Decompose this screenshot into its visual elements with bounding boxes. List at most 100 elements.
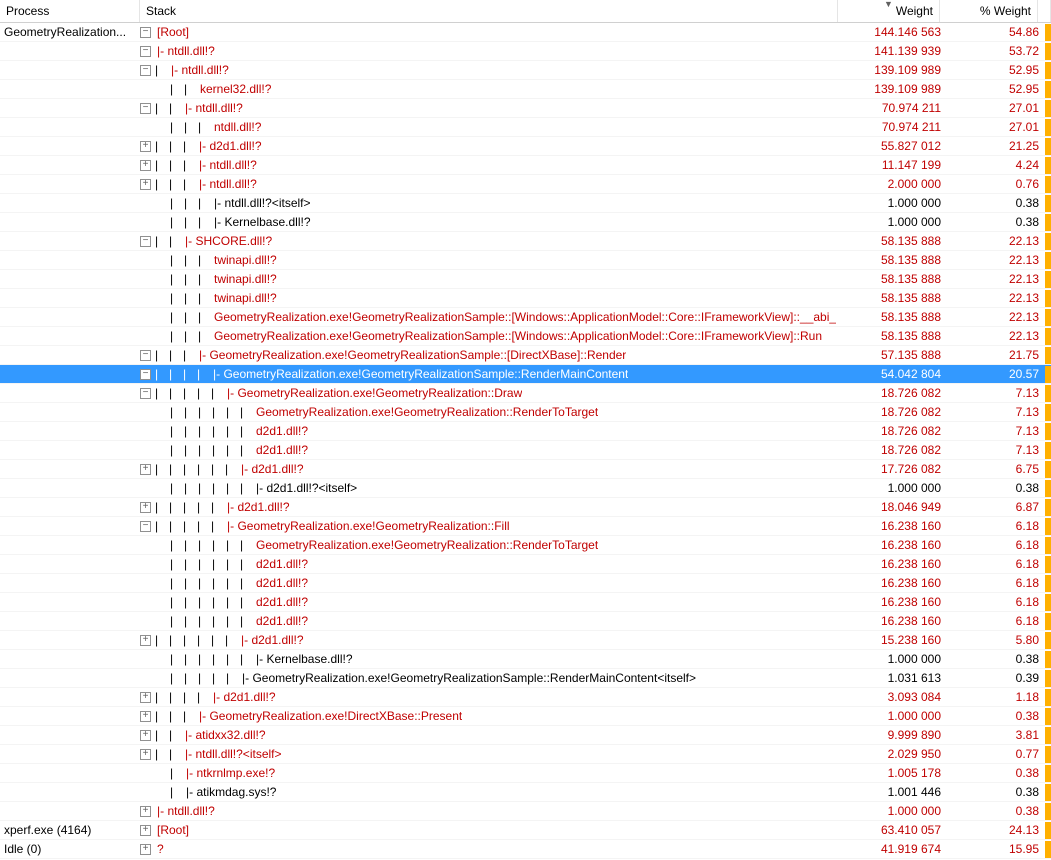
- expand-icon[interactable]: +: [140, 749, 151, 760]
- expand-icon[interactable]: +: [140, 806, 151, 817]
- table-row[interactable]: |||||||- Kernelbase.dll!?1.000 0000.38: [0, 650, 1051, 669]
- table-row[interactable]: +|||- atidxx32.dll!?9.999 8903.81: [0, 726, 1051, 745]
- weight-bar-icon: [1045, 670, 1051, 687]
- expand-icon[interactable]: +: [140, 179, 151, 190]
- table-row[interactable]: |||twinapi.dll!?58.135 88822.13: [0, 251, 1051, 270]
- table-row[interactable]: +|||- ntdll.dll!?<itself>2.029 9500.77: [0, 745, 1051, 764]
- bar-cell: [1045, 593, 1051, 611]
- table-row[interactable]: −|- ntdll.dll!?141.139 93953.72: [0, 42, 1051, 61]
- tree-pipe-icon: |: [183, 631, 197, 649]
- stack-cell: ||||||d2d1.dll!?: [140, 593, 845, 611]
- table-row[interactable]: +|||||- d2d1.dll!?3.093 0841.18: [0, 688, 1051, 707]
- pct-weight-cell: 0.38: [947, 707, 1045, 725]
- table-row[interactable]: +|||||||- d2d1.dll!?17.726 0826.75: [0, 460, 1051, 479]
- tree-pipe-icon: |: [198, 327, 212, 345]
- table-row[interactable]: |||||||- d2d1.dll!?<itself>1.000 0000.38: [0, 479, 1051, 498]
- table-row[interactable]: |||ntdll.dll!?70.974 21127.01: [0, 118, 1051, 137]
- stack-label: |- d2d1.dll!?: [239, 631, 304, 649]
- collapse-icon[interactable]: −: [140, 27, 151, 38]
- collapse-icon[interactable]: −: [140, 236, 151, 247]
- table-row[interactable]: ||||||d2d1.dll!?16.238 1606.18: [0, 593, 1051, 612]
- table-row[interactable]: ||||||d2d1.dll!?16.238 1606.18: [0, 612, 1051, 631]
- table-row[interactable]: ||||||d2d1.dll!?16.238 1606.18: [0, 555, 1051, 574]
- weight-cell: 1.000 000: [845, 650, 947, 668]
- table-row[interactable]: +|- ntdll.dll!?1.000 0000.38: [0, 802, 1051, 821]
- col-pct-weight[interactable]: % Weight: [940, 0, 1038, 22]
- table-row[interactable]: −||||- GeometryRealization.exe!GeometryR…: [0, 346, 1051, 365]
- bar-cell: [1045, 517, 1051, 535]
- col-weight[interactable]: ▼Weight: [838, 0, 940, 22]
- table-row[interactable]: −|||||- GeometryRealization.exe!Geometry…: [0, 365, 1051, 384]
- pct-weight-cell: 21.75: [947, 346, 1045, 364]
- table-row[interactable]: ||||||d2d1.dll!?18.726 0827.13: [0, 422, 1051, 441]
- table-row[interactable]: |||GeometryRealization.exe!GeometryReali…: [0, 327, 1051, 346]
- stack-label: |- d2d1.dll!?: [239, 460, 304, 478]
- table-row[interactable]: Idle (0)+?41.919 67415.95: [0, 840, 1051, 859]
- weight-bar-icon: [1045, 404, 1051, 421]
- table-row[interactable]: ||kernel32.dll!?139.109 98952.95: [0, 80, 1051, 99]
- table-row[interactable]: xperf.exe (4164)+[Root]63.410 05724.13: [0, 821, 1051, 840]
- process-cell: [0, 384, 140, 402]
- table-row[interactable]: ||||||GeometryRealization.exe!GeometryRe…: [0, 403, 1051, 422]
- tree-pipe-icon: |: [155, 365, 169, 383]
- expand-icon[interactable]: +: [140, 825, 151, 836]
- stack-cell: −||||- GeometryRealization.exe!GeometryR…: [140, 346, 845, 364]
- tree-pipe-icon: |: [169, 365, 183, 383]
- tree-pipe-icon: |: [169, 156, 183, 174]
- collapse-icon[interactable]: −: [140, 388, 151, 399]
- pct-weight-cell: 22.13: [947, 232, 1045, 250]
- table-row[interactable]: −||||||- GeometryRealization.exe!Geometr…: [0, 517, 1051, 536]
- tree-pipe-icon: |: [184, 194, 198, 212]
- table-row[interactable]: +|||||||- d2d1.dll!?15.238 1605.80: [0, 631, 1051, 650]
- expand-icon[interactable]: +: [140, 692, 151, 703]
- table-row[interactable]: |||twinapi.dll!?58.135 88822.13: [0, 289, 1051, 308]
- table-row[interactable]: |||GeometryRealization.exe!GeometryReali…: [0, 308, 1051, 327]
- table-row[interactable]: ||||- Kernelbase.dll!?1.000 0000.38: [0, 213, 1051, 232]
- table-row[interactable]: ||- atikmdag.sys!?1.001 4460.38: [0, 783, 1051, 802]
- table-row[interactable]: +||||- d2d1.dll!?55.827 01221.25: [0, 137, 1051, 156]
- table-row[interactable]: ||||||GeometryRealization.exe!GeometryRe…: [0, 536, 1051, 555]
- table-row[interactable]: +||||- ntdll.dll!?2.000 0000.76: [0, 175, 1051, 194]
- expand-icon[interactable]: +: [140, 844, 151, 855]
- table-row[interactable]: ||- ntkrnlmp.exe!?1.005 1780.38: [0, 764, 1051, 783]
- stack-label: |- d2d1.dll!?<itself>: [254, 479, 357, 497]
- stack-cell: ||||||d2d1.dll!?: [140, 574, 845, 592]
- collapse-icon[interactable]: −: [140, 65, 151, 76]
- bar-cell: [1045, 327, 1051, 345]
- tree-pipe-icon: |: [169, 726, 183, 744]
- table-row[interactable]: −|||- ntdll.dll!?70.974 21127.01: [0, 99, 1051, 118]
- collapse-icon[interactable]: −: [140, 46, 151, 57]
- table-row[interactable]: +||||||- d2d1.dll!?18.046 9496.87: [0, 498, 1051, 517]
- tree-pipe-icon: |: [155, 99, 169, 117]
- table-row[interactable]: −||||||- GeometryRealization.exe!Geometr…: [0, 384, 1051, 403]
- table-row[interactable]: ||||- ntdll.dll!?<itself>1.000 0000.38: [0, 194, 1051, 213]
- expand-icon[interactable]: +: [140, 730, 151, 741]
- bar-cell: [1045, 80, 1051, 98]
- collapse-icon[interactable]: −: [140, 369, 151, 380]
- expand-icon[interactable]: +: [140, 160, 151, 171]
- table-row[interactable]: +||||- GeometryRealization.exe!DirectXBa…: [0, 707, 1051, 726]
- expand-icon[interactable]: +: [140, 464, 151, 475]
- table-row[interactable]: −|||- SHCORE.dll!?58.135 88822.13: [0, 232, 1051, 251]
- collapse-icon[interactable]: −: [140, 350, 151, 361]
- collapse-icon[interactable]: −: [140, 521, 151, 532]
- expand-icon[interactable]: +: [140, 141, 151, 152]
- table-row[interactable]: |||twinapi.dll!?58.135 88822.13: [0, 270, 1051, 289]
- table-row[interactable]: +||||- ntdll.dll!?11.147 1994.24: [0, 156, 1051, 175]
- table-row[interactable]: GeometryRealization...−[Root]144.146 563…: [0, 23, 1051, 42]
- weight-cell: 70.974 211: [845, 118, 947, 136]
- col-stack[interactable]: Stack: [140, 0, 838, 22]
- expand-icon[interactable]: +: [140, 635, 151, 646]
- weight-cell: 54.042 804: [845, 365, 947, 383]
- table-row[interactable]: −||- ntdll.dll!?139.109 98952.95: [0, 61, 1051, 80]
- expand-icon[interactable]: +: [140, 711, 151, 722]
- collapse-icon[interactable]: −: [140, 103, 151, 114]
- table-row[interactable]: ||||||- GeometryRealization.exe!Geometry…: [0, 669, 1051, 688]
- col-process[interactable]: Process: [0, 0, 140, 22]
- tree-pipe-icon: |: [198, 403, 212, 421]
- weight-cell: 41.919 674: [845, 840, 947, 858]
- tree-pipe-icon: |: [155, 688, 169, 706]
- expand-icon[interactable]: +: [140, 502, 151, 513]
- table-row[interactable]: ||||||d2d1.dll!?16.238 1606.18: [0, 574, 1051, 593]
- table-row[interactable]: ||||||d2d1.dll!?18.726 0827.13: [0, 441, 1051, 460]
